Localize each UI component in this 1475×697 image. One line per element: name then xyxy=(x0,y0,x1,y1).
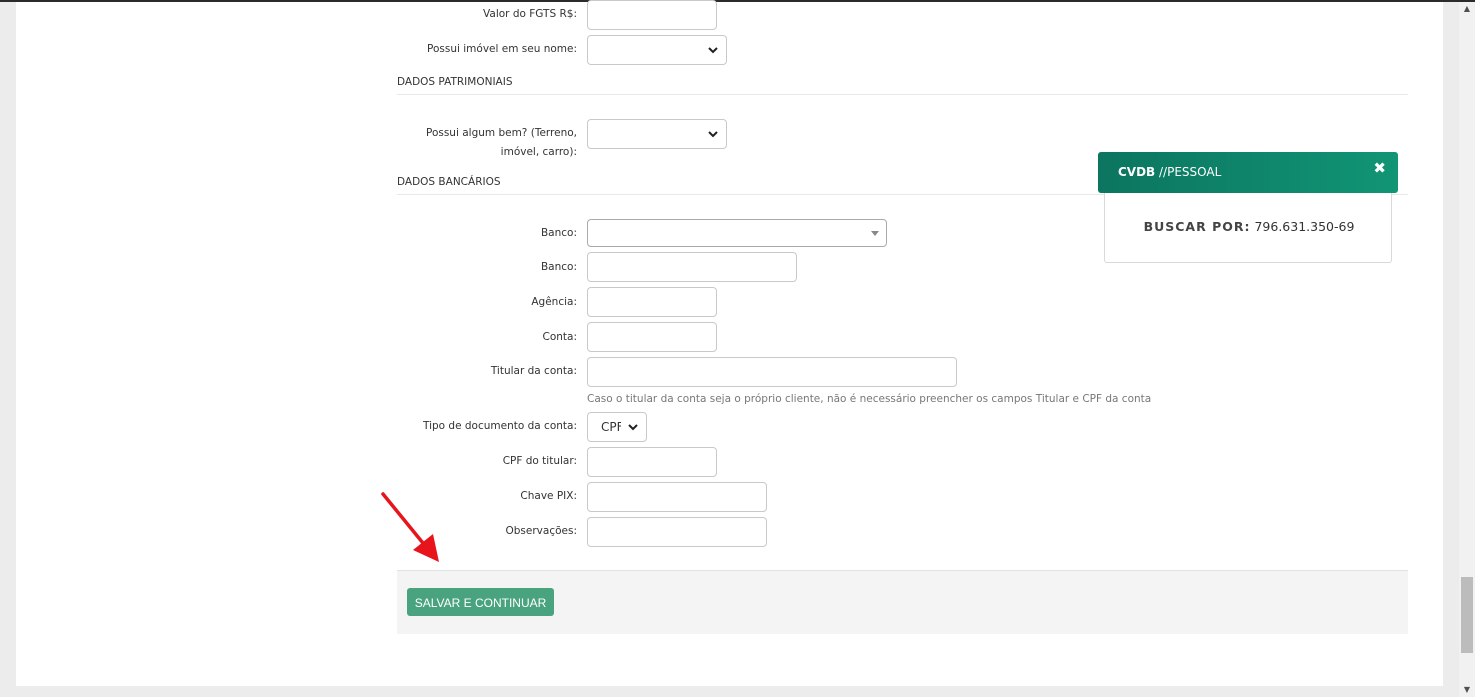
popup-title-section: //PESSOAL xyxy=(1155,165,1222,179)
chevron-down-icon xyxy=(628,424,638,431)
banco-input[interactable] xyxy=(587,252,797,282)
pix-input[interactable] xyxy=(587,482,767,512)
cvdb-popup-body: BUSCAR POR: 796.631.350-69 xyxy=(1104,193,1392,263)
popup-title-brand: CVDB xyxy=(1118,165,1156,179)
popup-search-line: BUSCAR POR: 796.631.350-69 xyxy=(1105,219,1393,234)
banco-label: Banco: xyxy=(540,261,577,273)
bem-select[interactable] xyxy=(587,119,727,149)
tipo-doc-label: Tipo de documento da conta: xyxy=(422,420,577,432)
popup-search-key: BUSCAR POR: xyxy=(1143,219,1251,234)
vertical-scrollbar[interactable]: ▲ ▼ xyxy=(1459,2,1475,697)
titular-input[interactable] xyxy=(587,357,957,387)
agencia-input[interactable] xyxy=(587,287,717,317)
scroll-down-icon[interactable]: ▼ xyxy=(1459,683,1475,697)
conta-input[interactable] xyxy=(587,322,717,352)
close-icon[interactable]: ✖ xyxy=(1373,159,1386,177)
save-continue-button[interactable]: SALVAR E CONTINUAR xyxy=(407,588,554,616)
obs-input[interactable] xyxy=(587,517,767,547)
imovel-select[interactable] xyxy=(587,35,727,65)
fgts-label: Valor do FGTS R$: xyxy=(483,8,577,20)
bem-label-line2: imóvel, carro): xyxy=(500,146,577,158)
chevron-down-icon xyxy=(708,131,718,138)
bem-label-line1: Possui algum bem? (Terreno, xyxy=(425,127,577,139)
chevron-down-icon xyxy=(708,47,718,54)
conta-label: Conta: xyxy=(542,331,578,343)
cpf-titular-input[interactable] xyxy=(587,447,717,477)
titular-label: Titular da conta: xyxy=(490,365,577,377)
titular-hint: Caso o titular da conta seja o próprio c… xyxy=(587,393,1152,405)
annotation-arrow-icon xyxy=(381,492,439,562)
fgts-input[interactable] xyxy=(587,0,717,30)
scroll-up-icon[interactable]: ▲ xyxy=(1459,2,1475,16)
banco-select[interactable] xyxy=(587,219,887,247)
tipo-doc-value: CPF xyxy=(601,420,621,434)
tipo-doc-select[interactable]: CPF xyxy=(587,412,647,442)
scrollbar-thumb[interactable] xyxy=(1461,577,1473,653)
caret-down-icon xyxy=(871,231,879,236)
popup-title: CVDB //PESSOAL xyxy=(1118,165,1221,179)
agencia-label: Agência: xyxy=(531,296,577,308)
section-patrimoniais: DADOS PATRIMONIAIS xyxy=(397,76,1408,95)
cvdb-popup-header: CVDB //PESSOAL ✖ xyxy=(1098,152,1398,193)
cpf-titular-label: CPF do titular: xyxy=(502,455,577,467)
popup-search-value: 796.631.350-69 xyxy=(1254,219,1355,234)
imovel-label: Possui imóvel em seu nome: xyxy=(427,43,577,55)
banco-select-label: Banco: xyxy=(540,227,577,239)
